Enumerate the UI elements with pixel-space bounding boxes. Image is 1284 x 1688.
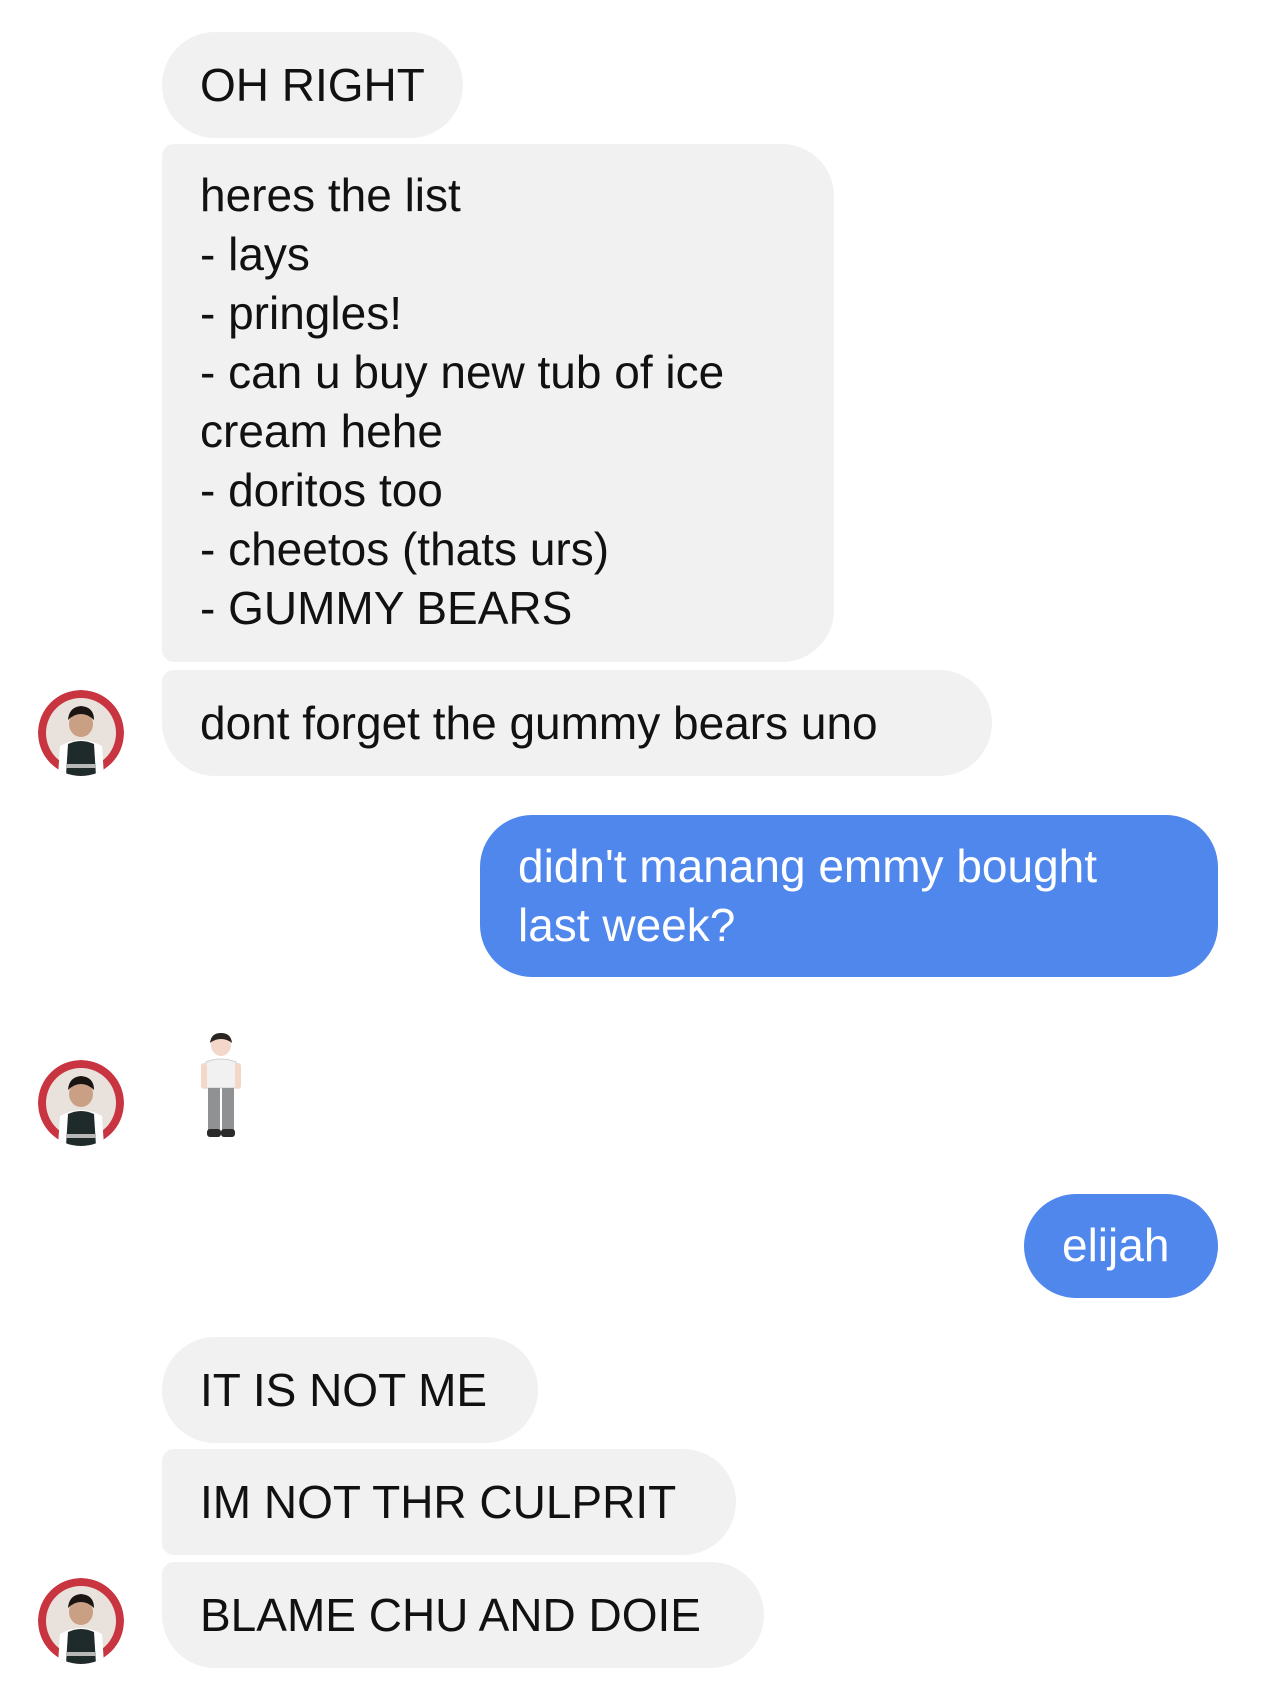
message-bubble-incoming[interactable]: heres the list - lays - pringles! - can … (162, 144, 834, 662)
contact-avatar[interactable] (38, 690, 124, 776)
message-bubble-incoming[interactable]: OH RIGHT (162, 32, 463, 138)
message-bubble-incoming[interactable]: BLAME CHU AND DOIE (162, 1562, 764, 1668)
message-bubble-outgoing[interactable]: didn't manang emmy bought last week? (480, 815, 1218, 977)
message-bubble-incoming[interactable]: IM NOT THR CULPRIT (162, 1449, 736, 1555)
contact-avatar[interactable] (38, 1578, 124, 1664)
message-bubble-incoming[interactable]: dont forget the gummy bears uno (162, 670, 992, 776)
message-bubble-incoming[interactable]: IT IS NOT ME (162, 1337, 538, 1443)
message-bubble-outgoing[interactable]: elijah (1024, 1194, 1218, 1298)
standing-person-emoji[interactable] (198, 1032, 244, 1145)
contact-avatar[interactable] (38, 1060, 124, 1146)
